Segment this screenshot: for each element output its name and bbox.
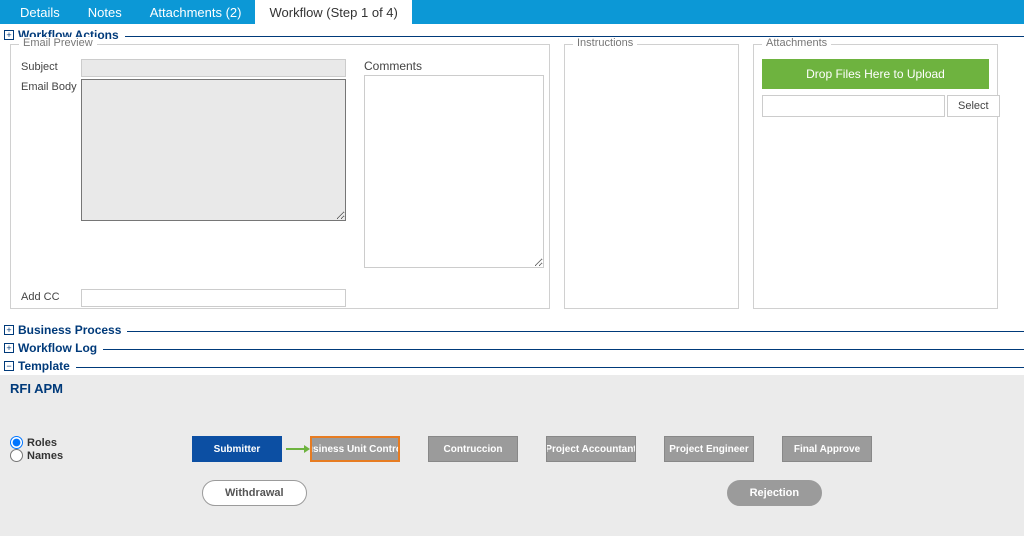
email-preview-panel: Email Preview Subject Email Body Comment…	[10, 44, 550, 309]
workflow-actions-body: Email Preview Subject Email Body Comment…	[0, 42, 1024, 319]
section-title: Business Process	[18, 323, 121, 337]
comments-input[interactable]	[364, 75, 544, 268]
panel-legend: Instructions	[573, 37, 637, 49]
withdrawal-button[interactable]: Withdrawal	[202, 480, 307, 506]
section-workflow-log[interactable]: + Workflow Log	[4, 341, 1024, 355]
attachments-panel: Attachments Drop Files Here to Upload Se…	[753, 44, 998, 309]
panel-legend: Attachments	[762, 37, 831, 49]
expand-icon: +	[4, 30, 14, 40]
section-title: Workflow Log	[18, 341, 97, 355]
subject-input[interactable]	[81, 59, 346, 77]
comments-label: Comments	[364, 59, 544, 73]
tab-attachments[interactable]: Attachments (2)	[136, 0, 256, 24]
tab-bar: Details Notes Attachments (2) Workflow (…	[0, 0, 1024, 24]
workflow-steps: Submitter Business Unit Contro... Contru…	[192, 436, 872, 462]
email-body-input[interactable]	[81, 79, 346, 221]
step-project-accountant[interactable]: Project Accountant	[546, 436, 636, 462]
panel-legend: Email Preview	[19, 37, 97, 49]
step-final-approve[interactable]: Final Approve	[782, 436, 872, 462]
divider	[127, 331, 1024, 332]
section-title: Template	[18, 359, 70, 373]
tab-details[interactable]: Details	[6, 0, 74, 24]
template-title: RFI APM	[10, 381, 1014, 396]
addcc-label: Add CC	[21, 289, 81, 303]
section-business-process[interactable]: + Business Process	[4, 323, 1024, 337]
tab-workflow[interactable]: Workflow (Step 1 of 4)	[255, 0, 411, 24]
radio-roles[interactable]: Roles	[10, 436, 180, 449]
section-workflow-actions[interactable]: + Workflow Actions	[4, 28, 1024, 42]
step-business-unit-controller[interactable]: Business Unit Contro...	[310, 436, 400, 462]
dropzone[interactable]: Drop Files Here to Upload	[762, 59, 989, 89]
select-file-button[interactable]: Select	[947, 95, 1000, 117]
expand-icon: +	[4, 325, 14, 335]
radio-names-input[interactable]	[10, 449, 23, 462]
expand-icon: +	[4, 343, 14, 353]
instructions-panel: Instructions	[564, 44, 739, 309]
radio-names-label: Names	[27, 450, 63, 462]
radio-names[interactable]: Names	[10, 449, 180, 462]
rejection-button[interactable]: Rejection	[727, 480, 823, 506]
template-area: RFI APM Roles Names Submitter Business U…	[0, 375, 1024, 536]
divider	[103, 349, 1024, 350]
step-submitter[interactable]: Submitter	[192, 436, 282, 462]
divider	[76, 367, 1024, 368]
tab-notes[interactable]: Notes	[74, 0, 136, 24]
radio-roles-label: Roles	[27, 437, 57, 449]
subject-label: Subject	[21, 59, 81, 73]
file-name-input[interactable]	[762, 95, 945, 117]
addcc-input[interactable]	[81, 289, 346, 307]
arrow-icon	[286, 448, 306, 450]
role-name-radios: Roles Names	[10, 436, 180, 462]
step-contruccion[interactable]: Contruccion	[428, 436, 518, 462]
step-project-engineer[interactable]: Project Engineer	[664, 436, 754, 462]
section-template[interactable]: − Template	[4, 359, 1024, 373]
collapse-icon: −	[4, 361, 14, 371]
radio-roles-input[interactable]	[10, 436, 23, 449]
email-body-label: Email Body	[21, 79, 81, 93]
